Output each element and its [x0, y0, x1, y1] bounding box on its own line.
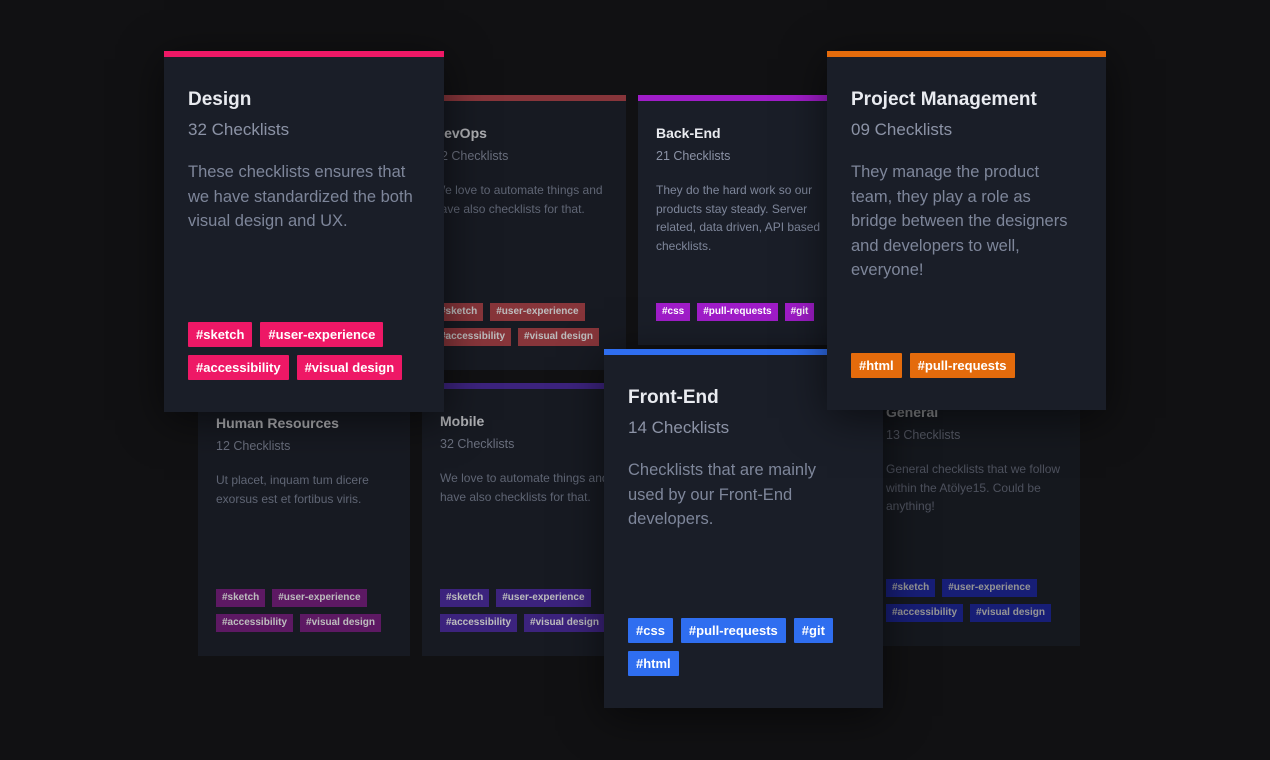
- card-title: Front-End: [628, 387, 719, 408]
- card-count: 32 Checklists: [434, 149, 509, 163]
- tag-list: #sketch #user-experience #accessibility …: [216, 589, 406, 632]
- tag[interactable]: #git: [793, 618, 833, 643]
- tag-list: #sketch #user-experience #accessibility …: [440, 589, 630, 632]
- card-title: Mobile: [440, 413, 485, 429]
- tag[interactable]: #accessibility: [434, 328, 512, 346]
- tag[interactable]: #visual design: [518, 328, 599, 346]
- tag[interactable]: #sketch: [440, 589, 490, 607]
- tag[interactable]: #accessibility: [188, 355, 289, 380]
- tag[interactable]: #user-experience: [490, 303, 585, 321]
- tag[interactable]: #html: [851, 353, 902, 378]
- card-description: They manage the product team, they play …: [851, 163, 1068, 279]
- tag[interactable]: #user-experience: [496, 589, 591, 607]
- card-count: 13 Checklists: [886, 428, 961, 442]
- tag[interactable]: #visual design: [970, 604, 1051, 622]
- card-description: Checklists that are mainly used by our F…: [628, 461, 816, 528]
- card-count: 21 Checklists: [656, 149, 731, 163]
- tag-list: #html #pull-requests: [851, 353, 1081, 378]
- card-human-resources[interactable]: Human Resources 12 Checklists Ut placet,…: [198, 385, 410, 656]
- tag[interactable]: #css: [656, 303, 691, 321]
- tag[interactable]: #visual design: [524, 614, 605, 632]
- tag[interactable]: #accessibility: [886, 604, 964, 622]
- tag-list: #css #pull-requests #git: [656, 303, 846, 321]
- tag[interactable]: #sketch: [188, 322, 253, 347]
- tag[interactable]: #sketch: [216, 589, 266, 607]
- tag[interactable]: #css: [628, 618, 673, 643]
- card-description: These checklists ensures that we have st…: [188, 163, 413, 230]
- tag[interactable]: #user-experience: [942, 579, 1037, 597]
- tag[interactable]: #git: [784, 303, 815, 321]
- card-design[interactable]: Design 32 Checklists These checklists en…: [164, 51, 444, 412]
- card-count: 14 Checklists: [628, 418, 730, 437]
- tag[interactable]: #visual design: [296, 355, 403, 380]
- tag[interactable]: #user-experience: [260, 322, 384, 347]
- tag[interactable]: #visual design: [300, 614, 381, 632]
- tag-list: #sketch #user-experience #accessibility …: [886, 579, 1076, 622]
- card-description: Ut placet, inquam tum dicere exorsus est…: [216, 473, 369, 506]
- tag-list: #sketch #user-experience #accessibility …: [434, 303, 624, 346]
- card-count: 12 Checklists: [216, 439, 291, 453]
- tag[interactable]: #html: [628, 651, 679, 676]
- card-count: 32 Checklists: [188, 120, 290, 139]
- card-general[interactable]: General 13 Checklists General checklists…: [868, 374, 1080, 646]
- tag[interactable]: #accessibility: [216, 614, 294, 632]
- tag[interactable]: #sketch: [886, 579, 936, 597]
- card-description: General checklists that we follow within…: [886, 462, 1061, 513]
- tag-list: #css #pull-requests #git #html: [628, 618, 858, 676]
- card-count: 09 Checklists: [851, 120, 953, 139]
- card-description: They do the hard work so our products st…: [656, 183, 821, 253]
- card-title: Back-End: [656, 125, 721, 141]
- tag[interactable]: #pull-requests: [680, 618, 786, 643]
- tag[interactable]: #pull-requests: [909, 353, 1015, 378]
- card-back-end[interactable]: Back-End 21 Checklists They do the hard …: [638, 95, 848, 345]
- tag[interactable]: #user-experience: [272, 589, 367, 607]
- tag-list: #sketch #user-experience #accessibility …: [188, 322, 418, 380]
- tag[interactable]: #pull-requests: [697, 303, 778, 321]
- card-title: Design: [188, 89, 252, 110]
- tag[interactable]: #accessibility: [440, 614, 518, 632]
- card-project-management[interactable]: Project Management 09 Checklists They ma…: [827, 51, 1106, 410]
- card-title: Human Resources: [216, 415, 339, 431]
- card-title: Project Management: [851, 89, 1037, 110]
- card-title: DevOps: [434, 125, 487, 141]
- card-description: We love to automate things and have also…: [434, 183, 603, 216]
- card-mobile[interactable]: Mobile 32 Checklists We love to automate…: [422, 383, 634, 656]
- card-description: We love to automate things and have also…: [440, 471, 609, 504]
- card-devops[interactable]: DevOps 32 Checklists We love to automate…: [416, 95, 626, 370]
- card-count: 32 Checklists: [440, 437, 515, 451]
